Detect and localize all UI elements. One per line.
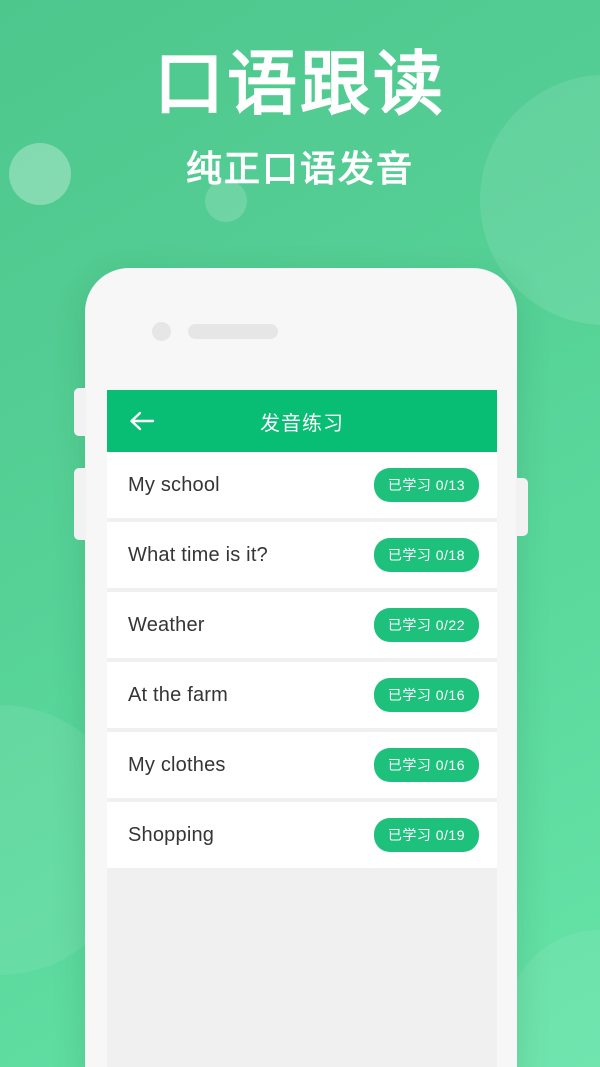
app-bar: 发音练习 (107, 390, 497, 452)
lesson-title: Shopping (128, 823, 215, 846)
decorative-circle-bottom-right (505, 930, 600, 1067)
lesson-title: Weather (128, 613, 205, 636)
list-item[interactable]: My school 已学习 0/13 (107, 452, 497, 518)
page-title: 发音练习 (260, 412, 344, 435)
lesson-list: My school 已学习 0/13 What time is it? 已学习 … (107, 452, 497, 868)
lesson-title: My school (128, 473, 220, 496)
progress-badge: 已学习 0/22 (373, 608, 479, 642)
list-item[interactable]: My clothes 已学习 0/16 (107, 732, 497, 798)
progress-badge: 已学习 0/16 (373, 748, 479, 782)
volume-up-button[interactable] (74, 388, 86, 436)
list-item[interactable]: At the farm 已学习 0/16 (107, 662, 497, 728)
front-camera-icon (152, 322, 171, 341)
list-item[interactable]: Shopping 已学习 0/19 (107, 802, 497, 868)
promo-subheadline: 纯正口语发音 (185, 147, 414, 189)
progress-badge: 已学习 0/13 (373, 468, 479, 502)
progress-badge: 已学习 0/16 (373, 678, 479, 712)
promo-headline: 口语跟读 (154, 45, 446, 123)
list-item[interactable]: Weather 已学习 0/22 (107, 592, 497, 658)
app-screen: 发音练习 My school 已学习 0/13 What time is it?… (107, 390, 497, 1067)
volume-down-button[interactable] (74, 468, 86, 540)
progress-badge: 已学习 0/19 (373, 818, 479, 852)
promo-banner: 口语跟读 纯正口语发音 发音练习 My school 已学习 0/13 What… (0, 0, 600, 1067)
back-arrow-icon[interactable] (125, 404, 159, 438)
lesson-title: My clothes (128, 753, 226, 776)
list-item[interactable]: What time is it? 已学习 0/18 (107, 522, 497, 588)
lesson-title: At the farm (128, 683, 229, 706)
progress-badge: 已学习 0/18 (373, 538, 479, 572)
power-button[interactable] (516, 478, 528, 536)
earpiece-speaker (188, 324, 278, 339)
lesson-title: What time is it? (128, 543, 268, 566)
headline-block: 口语跟读 纯正口语发音 (0, 45, 600, 192)
